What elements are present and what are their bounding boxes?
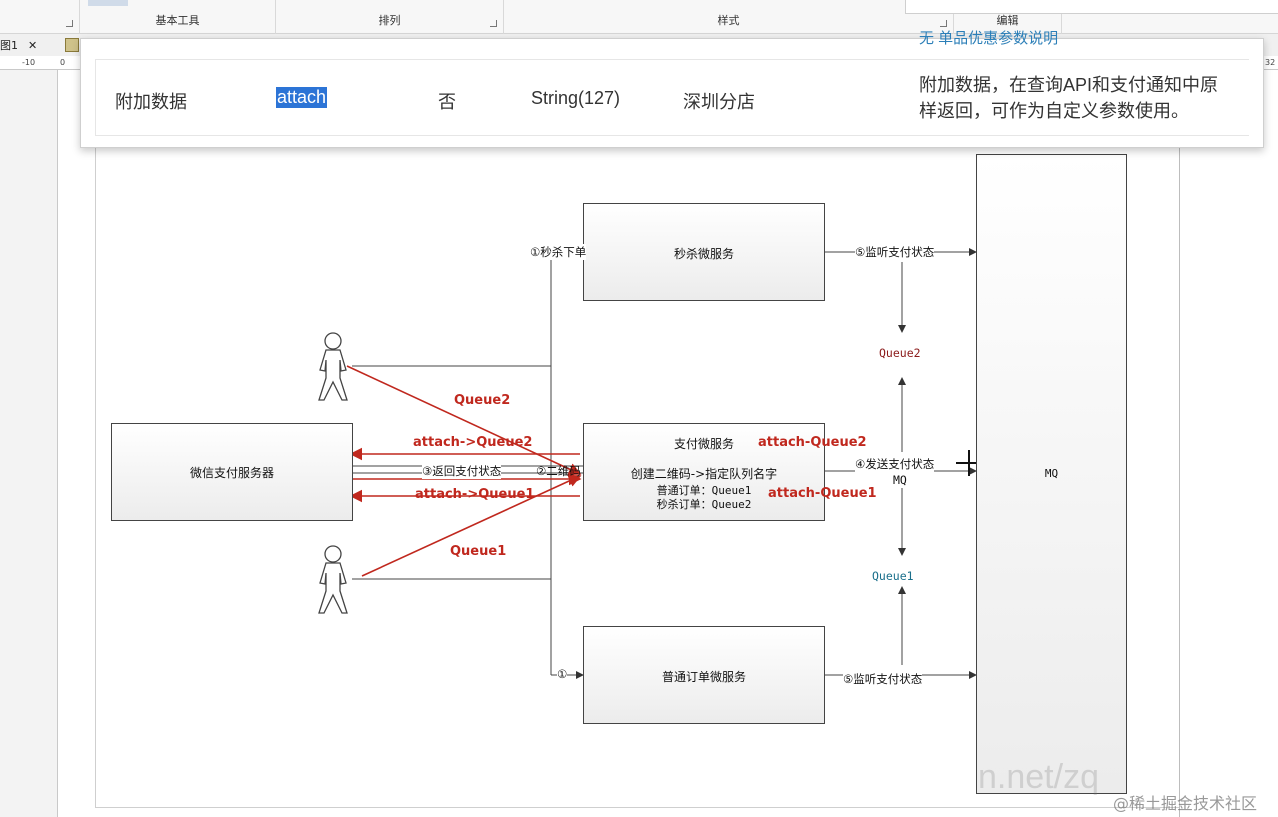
popup-row-divider [95, 59, 1249, 60]
queue1-red-label: Queue1 [450, 544, 507, 559]
previous-row-fragment: 无 单品优惠参数说明 [919, 30, 1059, 47]
api-param-popup: 无 单品优惠参数说明 附加数据 attach 否 String(127) 深圳分… [80, 30, 1264, 148]
box-title: 微信支付服务器 [189, 466, 274, 480]
queue2-red-arrow [346, 365, 582, 476]
param-name-cell: 附加数据 [115, 92, 187, 112]
seckill-service-box[interactable]: 秒杀微服务 [583, 203, 825, 301]
queue2-red-label: Queue2 [454, 393, 511, 408]
listen-status-label: ⑤监听支付状态 [855, 244, 935, 260]
user-actor-bottom [318, 545, 348, 614]
order-arrow-label: ① [557, 667, 568, 681]
mq-box[interactable]: MQ [976, 154, 1127, 794]
qrcode-label: ②二维码 [536, 464, 581, 478]
attach-queue1-right-label: attach-Queue1 [768, 486, 877, 501]
param-field-cell[interactable]: attach [276, 87, 328, 108]
mq-small-label: MQ [893, 473, 907, 487]
send-status-label: ④发送支付状态 [855, 456, 935, 472]
popup-row-divider [95, 135, 1249, 136]
app-window: 基本工具 排列 样式 编辑 图1 ✕ -10 0 32 微信支付服务器 秒杀微服… [0, 0, 1278, 817]
wechat-pay-server-box[interactable]: 微信支付服务器 [111, 423, 353, 521]
box-line: 创建二维码->指定队列名字 [630, 467, 778, 481]
param-required-cell: 否 [438, 92, 456, 112]
user-actor-top [318, 332, 348, 401]
param-example-cell: 深圳分店 [683, 92, 755, 112]
queue2-node-label: Queue2 [879, 346, 921, 360]
queue1-node-label: Queue1 [872, 569, 914, 583]
param-description-cell: 附加数据，在查询API和支付通知中原样返回，可作为自定义参数使用。 [919, 75, 1219, 121]
seckill-order-label: ①秒杀下单 [530, 244, 587, 260]
popup-column-divider [95, 59, 96, 135]
return-status-label: ③返回支付状态 [422, 463, 502, 479]
param-type-cell: String(127) [531, 88, 621, 108]
watermark-faint: n.net/zq [978, 758, 1099, 796]
box-title: 普通订单微服务 [661, 670, 746, 684]
box-title: 秒杀微服务 [673, 247, 734, 261]
attach-queue1-left-label: attach->Queue1 [415, 487, 535, 502]
attach-queue2-right-label: attach-Queue2 [758, 435, 867, 450]
box-title: MQ [1044, 467, 1059, 480]
listen-status-label: ⑤监听支付状态 [843, 671, 923, 687]
order-service-box[interactable]: 普通订单微服务 [583, 626, 825, 724]
watermark-brand: @稀土掘金技术社区 [1113, 794, 1258, 813]
attach-queue2-left-label: attach->Queue2 [413, 435, 533, 450]
